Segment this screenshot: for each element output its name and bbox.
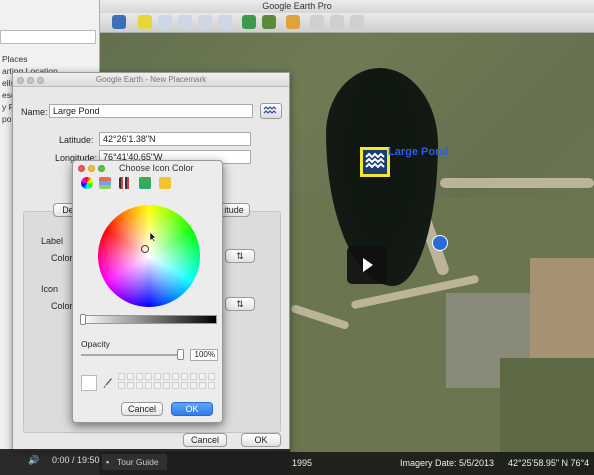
palettes-icon[interactable] [119,177,131,189]
wave-icon [263,106,277,114]
icon-color-label: Color [51,301,73,311]
color-swatch[interactable] [145,382,152,389]
label-section: Label [41,236,64,246]
ok-button[interactable]: OK [171,402,213,416]
ruler-icon[interactable] [310,15,324,29]
latitude-label: Latitude: [59,135,94,145]
add-path-icon[interactable] [178,15,192,29]
opacity-slider[interactable] [81,354,181,356]
icon-scale-select[interactable]: ⇅ [225,297,255,311]
sidebar-item-places[interactable]: Places [2,54,28,64]
label-color-label: Color [51,253,73,263]
icon-section: Icon [41,284,59,294]
crosshair-icon [141,245,149,253]
ok-button[interactable]: OK [241,433,281,447]
imagery-date: Imagery Date: 5/5/2013 [400,458,495,468]
volume-icon[interactable]: 🔊 [28,455,39,466]
color-swatch[interactable] [181,382,188,389]
color-swatch[interactable] [181,373,188,380]
search-input[interactable] [0,30,96,44]
icon-picker-button[interactable] [260,103,282,119]
cancel-button[interactable]: Cancel [121,402,163,416]
add-polygon-icon[interactable] [158,15,172,29]
current-color-swatch [81,375,97,391]
name-field[interactable]: Large Pond [49,104,253,118]
color-swatch[interactable] [208,373,215,380]
tour-guide-label: Tour Guide [117,457,159,467]
color-wheel[interactable] [98,205,200,307]
add-overlay-icon[interactable] [198,15,212,29]
close-icon[interactable] [17,77,24,84]
placemark-label: Large Pond [388,146,449,158]
opacity-knob[interactable] [177,349,184,360]
color-swatch[interactable] [145,373,152,380]
zoom-icon[interactable] [37,77,44,84]
color-swatch[interactable] [154,373,161,380]
color-swatch[interactable] [136,382,143,389]
chevron-updown-icon: ⇅ [236,251,244,261]
color-swatches [118,373,218,391]
color-swatch[interactable] [199,382,206,389]
tour-guide-button[interactable]: ▪ Tour Guide [102,454,167,470]
sunlight-icon[interactable] [262,15,276,29]
coordinates: 42°25'58.95" N 76°4 [508,458,590,468]
play-button[interactable] [347,246,387,284]
color-swatch[interactable] [127,373,134,380]
tour-guide-icon: ▪ [106,457,110,467]
image-palettes-icon[interactable] [139,177,151,189]
color-swatch[interactable] [163,382,170,389]
planets-icon[interactable] [286,15,300,29]
color-swatch[interactable] [208,382,215,389]
color-swatch[interactable] [154,382,161,389]
toolbar [100,13,594,33]
add-placemark-icon[interactable] [138,15,152,29]
historical-imagery-icon[interactable] [242,15,256,29]
brightness-knob[interactable] [80,314,86,325]
color-swatch[interactable] [136,373,143,380]
brightness-slider[interactable] [81,315,217,324]
color-swatch[interactable] [163,373,170,380]
year-readout: 1995 [292,458,313,468]
dialog-title: Google Earth - New Placemark [13,73,289,87]
email-icon[interactable] [330,15,344,29]
dirt-road-2 [440,178,594,188]
sliders-icon[interactable] [99,177,111,189]
minimize-icon[interactable] [27,77,34,84]
opacity-label: Opacity [81,339,110,349]
dialog-title: Choose Icon Color [119,163,194,173]
color-swatch[interactable] [118,382,125,389]
wave-icon [365,152,385,169]
color-swatch[interactable] [199,373,206,380]
crayons-icon[interactable] [159,177,171,189]
home-icon[interactable] [432,235,448,251]
color-swatch[interactable] [172,373,179,380]
status-bar: 1995 Imagery Date: 5/5/2013 42°25'58.95"… [290,452,594,475]
chevron-updown-icon: ⇅ [236,299,244,309]
cursor-icon [149,231,158,245]
color-swatch[interactable] [190,373,197,380]
cancel-button[interactable]: Cancel [183,433,227,447]
name-label: Name: [21,107,48,117]
opacity-field[interactable]: 100% [190,349,218,361]
color-swatch[interactable] [172,382,179,389]
record-tour-icon[interactable] [218,15,232,29]
placemark-icon[interactable] [360,147,390,177]
latitude-field[interactable]: 42°26'1.38"N [99,132,251,146]
video-time: 0:00 / 19:50 [52,455,100,465]
play-icon [363,258,373,272]
color-swatch[interactable] [127,382,134,389]
label-scale-select[interactable]: ⇅ [225,249,255,263]
sidebar-toggle-icon[interactable] [112,15,126,29]
print-icon[interactable] [350,15,364,29]
color-swatch[interactable] [118,373,125,380]
color-swatch[interactable] [190,382,197,389]
choose-icon-color-dialog: Choose Icon Color Opacity 100% Cancel OK [72,160,223,423]
eyedropper-icon[interactable] [103,377,113,391]
window-controls [17,76,47,86]
color-wheel-icon[interactable] [81,177,93,189]
